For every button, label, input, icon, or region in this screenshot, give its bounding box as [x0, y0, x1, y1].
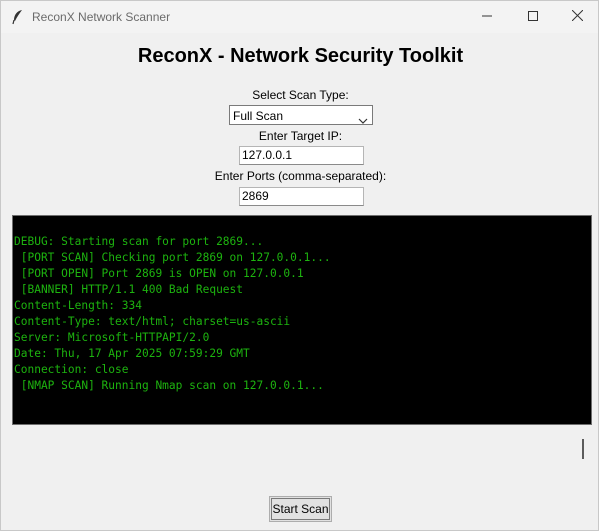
- console-line: [BANNER] HTTP/1.1 400 Bad Request: [14, 283, 244, 296]
- scan-type-label: Select Scan Type:: [252, 88, 349, 102]
- start-scan-button[interactable]: Start Scan: [269, 496, 332, 522]
- console-line: [PORT OPEN] Port 2869 is OPEN on 127.0.0…: [14, 267, 304, 280]
- scan-type-value: Full Scan: [233, 109, 284, 123]
- ports-input[interactable]: 2869: [239, 187, 364, 206]
- output-console[interactable]: DEBUG: Starting scan for port 2869... [P…: [12, 215, 592, 425]
- app-window: ReconX Network Scanner ReconX - Network …: [0, 0, 599, 531]
- feather-icon: [11, 9, 25, 25]
- page-title: ReconX - Network Security Toolkit: [137, 45, 464, 67]
- maximize-button[interactable]: [510, 1, 556, 33]
- console-line: Content-Length: 334: [14, 299, 142, 312]
- close-button[interactable]: [554, 1, 598, 33]
- target-ip-label: Enter Target IP:: [258, 129, 343, 143]
- console-line: Connection: close: [14, 363, 129, 376]
- console-line: DEBUG: Starting scan for port 2869...: [14, 235, 264, 248]
- minimize-button[interactable]: [464, 1, 510, 33]
- chevron-down-icon: [358, 112, 368, 124]
- console-line: [NMAP SCAN] Running Nmap scan on 127.0.0…: [14, 379, 324, 392]
- scrollbar-thumb[interactable]: [582, 439, 584, 459]
- ports-label: Enter Ports (comma-separated):: [214, 169, 387, 183]
- window-title: ReconX Network Scanner: [32, 10, 171, 24]
- close-icon: [571, 8, 583, 26]
- console-line: Server: Microsoft-HTTPAPI/2.0: [14, 331, 210, 344]
- scan-type-dropdown[interactable]: Full Scan: [229, 105, 373, 125]
- console-line: [PORT SCAN] Checking port 2869 on 127.0.…: [14, 251, 331, 264]
- title-bar[interactable]: ReconX Network Scanner: [1, 1, 598, 33]
- console-line: Date: Thu, 17 Apr 2025 07:59:29 GMT: [14, 347, 250, 360]
- target-ip-input[interactable]: 127.0.0.1: [239, 146, 364, 165]
- maximize-icon: [528, 8, 538, 26]
- console-line: Content-Type: text/html; charset=us-asci…: [14, 315, 291, 328]
- minimize-icon: [482, 8, 492, 26]
